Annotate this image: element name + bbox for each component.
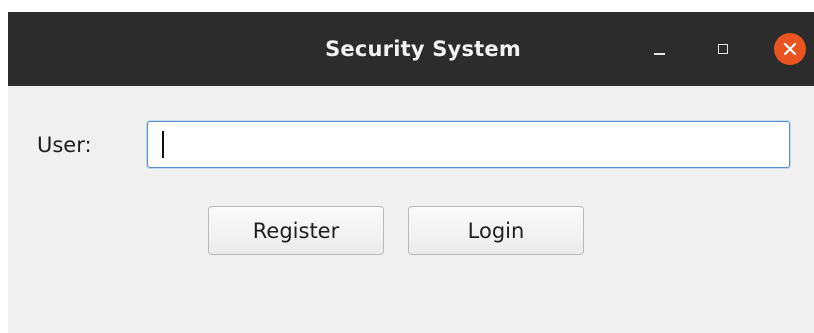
title-bar[interactable]: Security System	[8, 12, 814, 86]
close-button[interactable]	[774, 33, 806, 65]
maximize-icon	[718, 44, 728, 54]
user-input[interactable]	[147, 121, 790, 168]
register-button[interactable]: Register	[208, 206, 384, 255]
close-icon	[774, 33, 806, 65]
user-label: User:	[37, 133, 92, 157]
minimize-button[interactable]	[643, 33, 675, 65]
security-system-window: Security System User: Register Login	[8, 12, 814, 333]
window-title: Security System	[325, 37, 521, 61]
text-caret	[162, 131, 164, 158]
login-button[interactable]: Login	[408, 206, 584, 255]
minimize-icon	[653, 53, 665, 55]
maximize-button[interactable]	[707, 33, 739, 65]
login-form: User: Register Login	[8, 86, 814, 333]
